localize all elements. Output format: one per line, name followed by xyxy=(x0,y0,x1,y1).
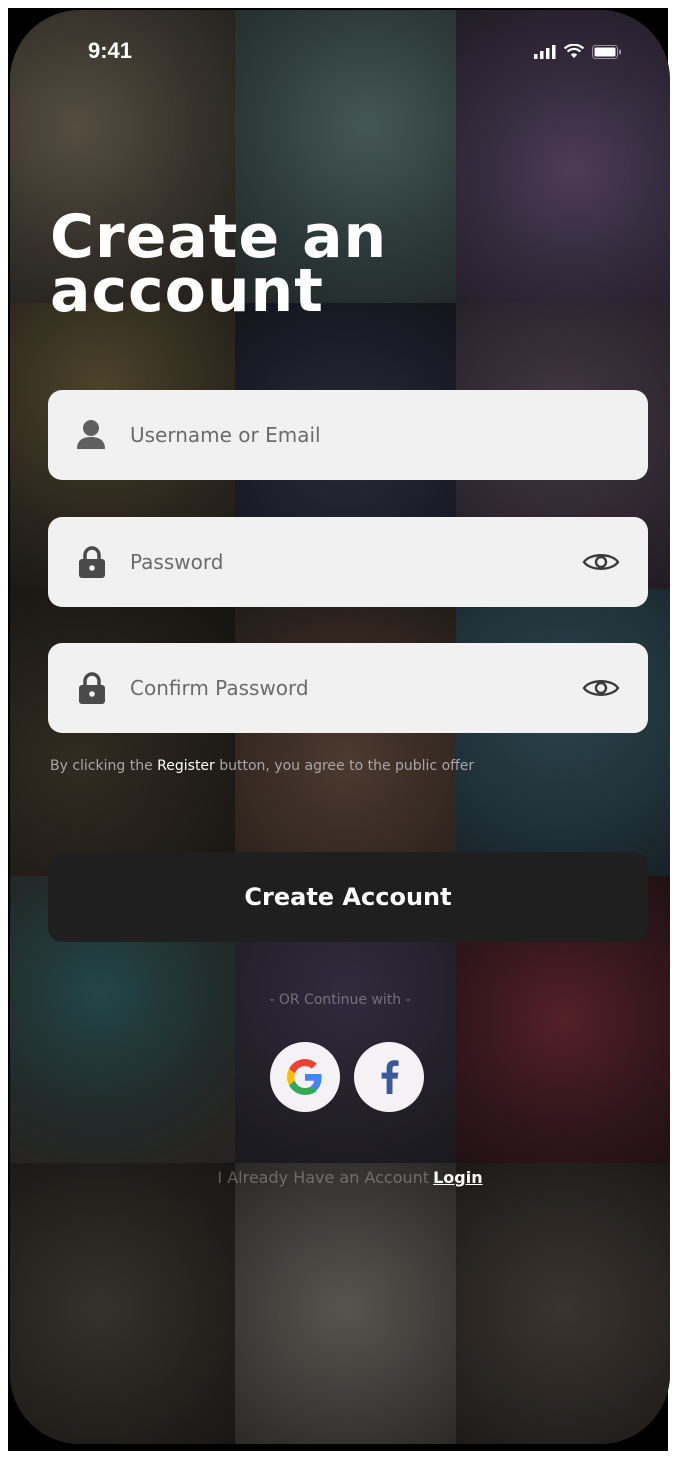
google-signin-button[interactable] xyxy=(270,1042,340,1112)
lock-icon xyxy=(79,546,105,578)
eye-icon[interactable] xyxy=(582,676,620,700)
confirm-password-field[interactable]: Confirm Password xyxy=(48,643,648,733)
username-field[interactable]: Username or Email xyxy=(48,390,648,480)
password-placeholder: Password xyxy=(130,550,224,574)
confirm-password-placeholder: Confirm Password xyxy=(130,676,309,700)
eye-icon[interactable] xyxy=(582,550,620,574)
terms-prefix: By clicking the xyxy=(50,758,158,774)
terms-suffix: button, you agree to the public offer xyxy=(214,758,475,774)
already-have-account-text: I Already Have an Account xyxy=(217,1168,430,1187)
title-line-2: account xyxy=(50,256,324,326)
page-title: Create an account xyxy=(50,207,387,321)
facebook-signin-button[interactable] xyxy=(354,1042,424,1112)
google-icon xyxy=(287,1059,322,1095)
create-account-button[interactable]: Create Account xyxy=(48,852,648,942)
phone-screen: 9:41 Create an account Username or Email xyxy=(10,10,670,1444)
continue-with-divider: - OR Continue with - xyxy=(269,992,411,1008)
status-time: 9:41 xyxy=(88,38,133,63)
login-link[interactable]: Login xyxy=(433,1168,483,1187)
wifi-icon xyxy=(564,44,584,58)
terms-register-highlight: Register xyxy=(157,758,215,774)
facebook-icon xyxy=(381,1060,399,1094)
status-icons xyxy=(534,44,622,59)
person-icon xyxy=(77,420,105,449)
lock-icon xyxy=(79,672,105,704)
battery-icon xyxy=(592,44,621,59)
username-placeholder: Username or Email xyxy=(130,423,321,447)
login-prompt: I Already Have an Account Login xyxy=(10,1168,670,1187)
signal-icon xyxy=(534,44,556,59)
terms-text: By clicking the Register button, you agr… xyxy=(50,758,474,774)
password-field[interactable]: Password xyxy=(48,517,648,607)
